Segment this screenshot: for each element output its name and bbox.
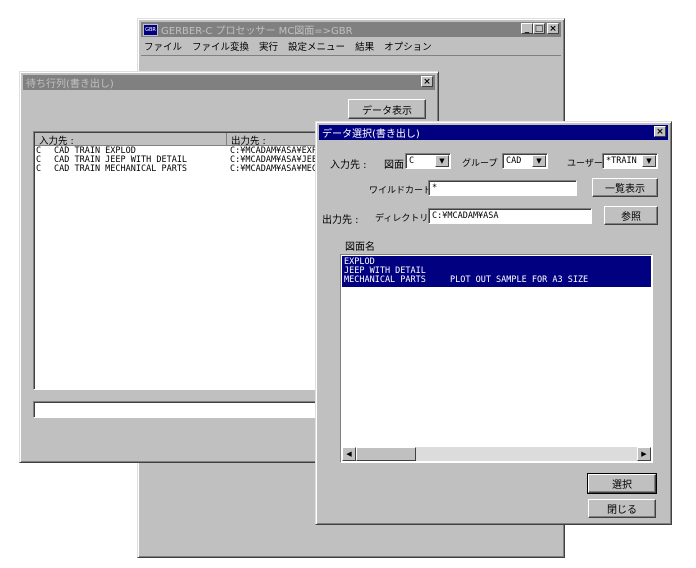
group-select[interactable]: CAD ▼ xyxy=(502,153,548,169)
list-item[interactable]: MECHANICAL PARTS PLOT OUT SAMPLE FOR A3 … xyxy=(344,275,644,285)
output-label: 出力先 : xyxy=(322,215,359,226)
menu-settings[interactable]: 設定メニュー xyxy=(288,42,345,53)
row-output: C:¥MCADAM¥ASA¥MECH xyxy=(230,164,323,174)
item-comment: PLOT OUT SAMPLE FOR A3 SIZE xyxy=(450,275,589,285)
column-header-input[interactable]: 入力先 : xyxy=(39,133,74,147)
user-label: ユーザー xyxy=(567,159,603,169)
close-icon[interactable]: × xyxy=(547,23,559,34)
browse-button[interactable]: 参照 xyxy=(604,206,658,225)
user-select[interactable]: *TRAIN ▼ xyxy=(602,153,658,169)
chevron-down-icon[interactable]: ▼ xyxy=(435,155,449,167)
row-name: CAD TRAIN MECHANICAL PARTS xyxy=(54,164,188,174)
data-select-dialog: データ選択(書き出し) × 入力先 : 図面 C ▼ グループ CAD ▼ ユー… xyxy=(315,121,672,525)
directory-input[interactable]: C:¥MCADAM¥ASA xyxy=(428,208,592,224)
input-label: 入力先 : xyxy=(330,160,367,171)
group-label: グループ xyxy=(462,159,498,169)
dialog-titlebar[interactable]: データ選択(書き出し) × xyxy=(319,125,668,140)
column-divider[interactable] xyxy=(226,133,227,145)
queue-window-title: 待ち行列(書き出し) xyxy=(26,79,114,90)
queue-window-titlebar[interactable]: 待ち行列(書き出し) × xyxy=(23,75,435,90)
list-display-button[interactable]: 一覧表示 xyxy=(592,178,658,197)
directory-input-value: C:¥MCADAM¥ASA xyxy=(432,211,499,221)
drawing-select[interactable]: C ▼ xyxy=(405,153,451,169)
menu-file[interactable]: ファイル xyxy=(144,42,182,53)
user-select-value: *TRAIN xyxy=(606,156,637,166)
maximize-icon[interactable]: □ xyxy=(533,23,545,34)
drawing-label: 図面 xyxy=(384,160,404,171)
app-icon: GBR xyxy=(143,23,158,36)
menu-run[interactable]: 実行 xyxy=(259,42,278,53)
menu-convert[interactable]: ファイル変換 xyxy=(192,42,249,53)
menu-options[interactable]: オプション xyxy=(384,42,432,53)
close-button[interactable]: 閉じる xyxy=(588,499,656,518)
scroll-left-icon[interactable]: ◀ xyxy=(342,447,356,461)
chevron-down-icon[interactable]: ▼ xyxy=(642,155,656,167)
row-type: C xyxy=(36,164,42,174)
close-icon[interactable]: × xyxy=(421,76,433,87)
item-name: MECHANICAL PARTS xyxy=(344,275,426,285)
drawing-select-value: C xyxy=(409,156,415,166)
drawing-list[interactable]: EXPLOD JEEP WITH DETAIL MECHANICAL PARTS… xyxy=(340,254,653,463)
select-button[interactable]: 選択 xyxy=(587,473,657,494)
wildcard-label: ワイルドカード xyxy=(369,186,433,196)
group-select-value: CAD xyxy=(506,156,522,166)
wildcard-input[interactable]: * xyxy=(428,180,577,196)
drawing-name-label: 図面名 xyxy=(345,242,375,253)
scrollbar-thumb[interactable] xyxy=(356,447,416,461)
minimize-icon[interactable]: _ xyxy=(521,23,533,34)
wildcard-input-value: * xyxy=(432,183,438,193)
chevron-down-icon[interactable]: ▼ xyxy=(532,155,546,167)
horizontal-scrollbar[interactable]: ◀ ▶ xyxy=(342,447,651,461)
column-header-output[interactable]: 出力先 : xyxy=(231,133,266,147)
scroll-right-icon[interactable]: ▶ xyxy=(637,447,651,461)
data-display-button[interactable]: データ表示 xyxy=(348,99,426,119)
menu-bar: ファイル ファイル変換 実行 設定メニュー 結果 オプション xyxy=(144,39,442,53)
close-icon[interactable]: × xyxy=(654,126,666,137)
main-window-title: GERBER-C プロセッサー MC図面=>GBR xyxy=(161,26,353,37)
menu-results[interactable]: 結果 xyxy=(355,42,374,53)
dialog-title: データ選択(書き出し) xyxy=(322,129,420,140)
status-bar xyxy=(33,401,323,418)
main-window-titlebar[interactable]: GBR GERBER-C プロセッサー MC図面=>GBR _ □ × xyxy=(141,22,561,37)
